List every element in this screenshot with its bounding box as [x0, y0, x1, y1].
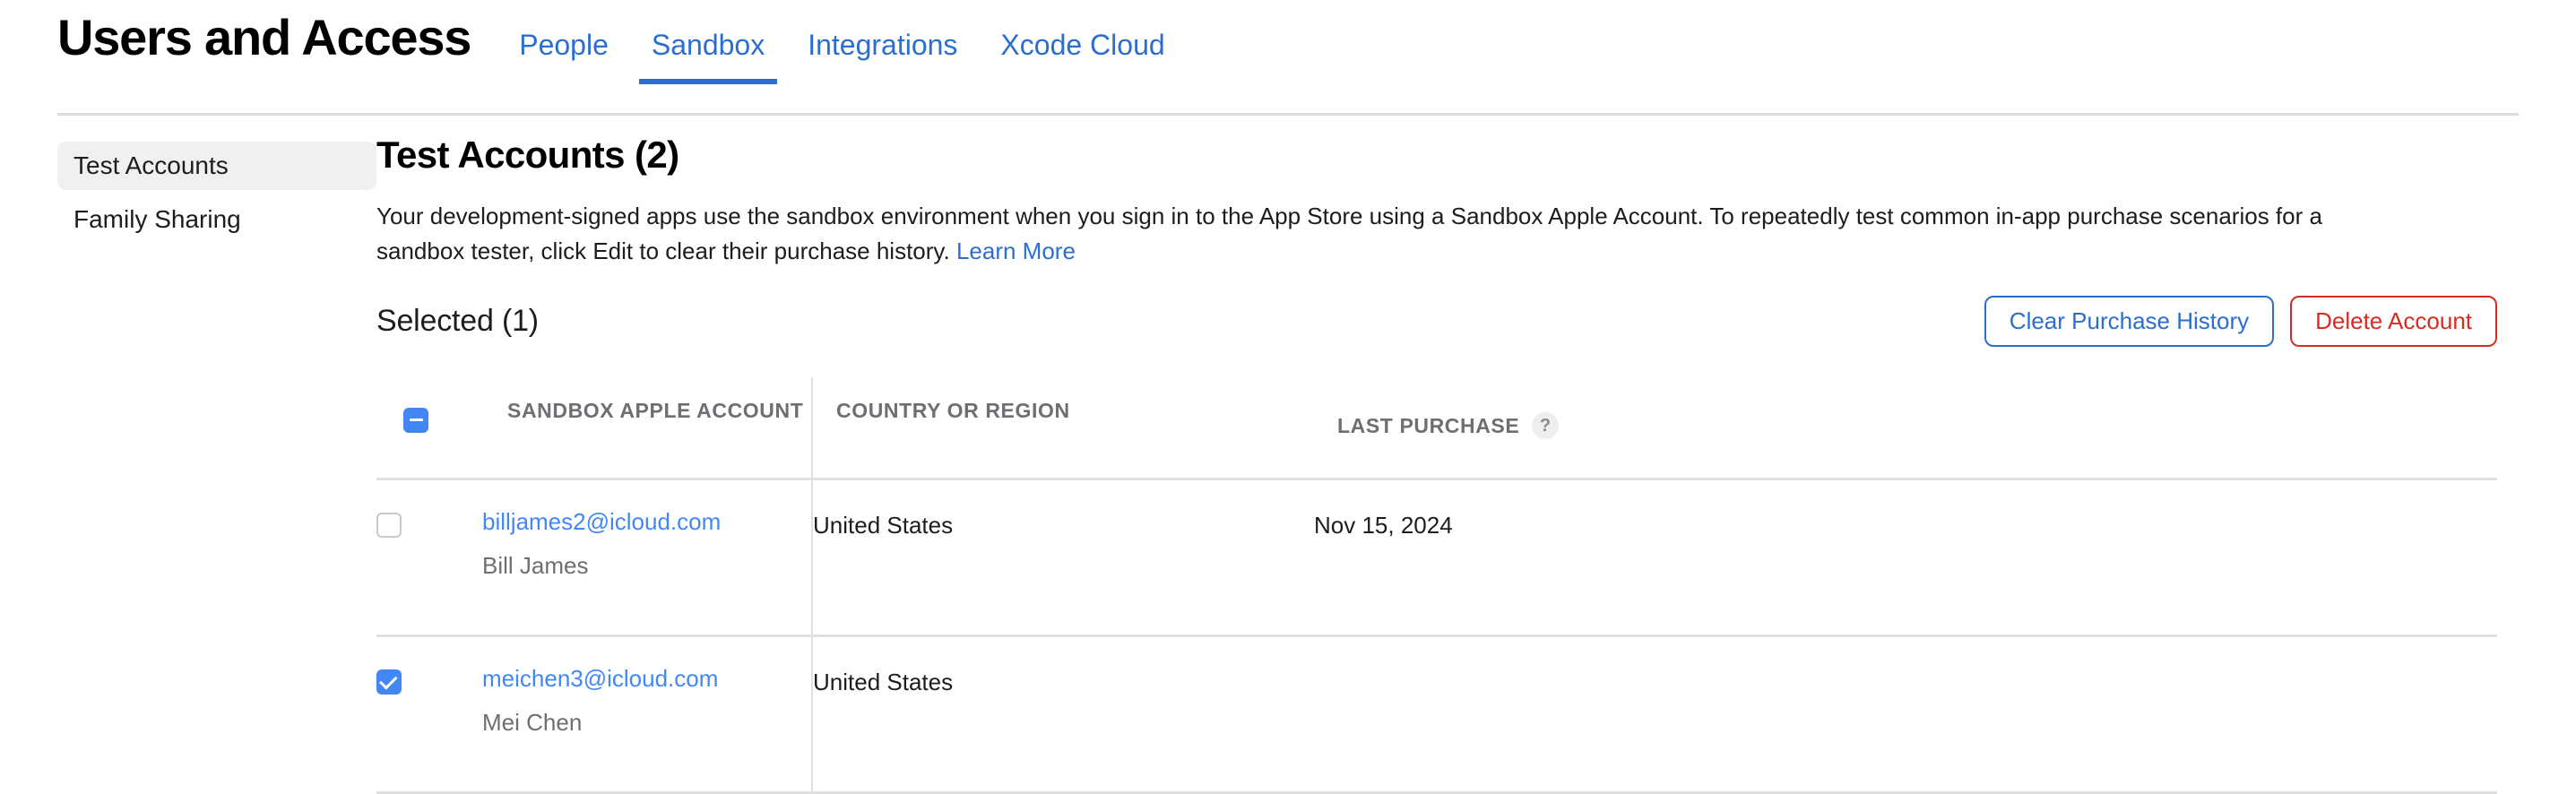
select-all-checkbox[interactable]: [403, 408, 428, 433]
primary-tabs: People Sandbox Integrations Xcode Cloud: [497, 30, 1186, 133]
delete-account-button[interactable]: Delete Account: [2290, 296, 2497, 347]
column-header-account-label: SANDBOX APPLE ACCOUNT: [482, 397, 811, 454]
indeterminate-dash-icon: [410, 419, 423, 421]
tab-sandbox[interactable]: Sandbox: [639, 30, 777, 59]
row-last-purchase-cell: [1314, 636, 2497, 793]
header-row: Users and Access People Sandbox Integrat…: [57, 0, 2519, 115]
selected-count-label: Selected (1): [376, 304, 539, 339]
table-header: SANDBOX APPLE ACCOUNT COUNTRY OR REGION …: [376, 377, 2497, 479]
tab-people[interactable]: People: [506, 30, 621, 59]
main-panel: Test Accounts (2) Your development-signe…: [376, 134, 2576, 794]
country-value: United States: [813, 507, 1314, 540]
page-title: Users and Access: [57, 13, 471, 63]
row-checkbox[interactable]: [376, 513, 402, 538]
column-header-account[interactable]: SANDBOX APPLE ACCOUNT: [482, 377, 812, 479]
sidebar-item-test-accounts[interactable]: Test Accounts: [57, 142, 376, 190]
section-title: Test Accounts (2): [376, 134, 2497, 176]
row-select-cell: [376, 479, 482, 636]
help-question-icon[interactable]: ?: [1532, 412, 1559, 439]
checkmark-icon: [379, 671, 398, 690]
column-header-last-purchase[interactable]: LAST PURCHASE ?: [1314, 377, 2497, 479]
account-email-link[interactable]: billjames2@icloud.com: [482, 507, 811, 537]
column-header-country-label: COUNTRY OR REGION: [813, 397, 1314, 454]
page-header: Users and Access People Sandbox Integrat…: [0, 0, 2576, 115]
account-name: Mei Chen: [482, 708, 811, 738]
table-header-row: SANDBOX APPLE ACCOUNT COUNTRY OR REGION …: [376, 377, 2497, 479]
select-all-header-cell: [376, 377, 482, 479]
learn-more-link[interactable]: Learn More: [956, 237, 1076, 264]
sidebar: Test Accounts Family Sharing: [0, 134, 376, 794]
country-value: United States: [813, 664, 1314, 697]
last-purchase-value: Nov 15, 2024: [1314, 507, 2497, 540]
test-accounts-table: SANDBOX APPLE ACCOUNT COUNTRY OR REGION …: [376, 377, 2497, 794]
sidebar-item-family-sharing[interactable]: Family Sharing: [57, 195, 376, 244]
section-description: Your development-signed apps use the san…: [376, 199, 2393, 269]
account-email-link[interactable]: meichen3@icloud.com: [482, 664, 811, 694]
row-checkbox[interactable]: [376, 669, 402, 695]
column-header-last-purchase-label: LAST PURCHASE: [1337, 412, 1519, 440]
header-divider: [57, 113, 2519, 116]
selection-toolbar: Selected (1) Clear Purchase History Dele…: [376, 296, 2497, 347]
tab-xcode-cloud[interactable]: Xcode Cloud: [988, 30, 1177, 59]
clear-purchase-history-button[interactable]: Clear Purchase History: [1984, 296, 2274, 347]
column-header-country[interactable]: COUNTRY OR REGION: [812, 377, 1314, 479]
last-purchase-value: [1314, 664, 2497, 668]
row-select-cell: [376, 636, 482, 793]
table-row[interactable]: billjames2@icloud.com Bill James United …: [376, 479, 2497, 636]
row-account-cell: billjames2@icloud.com Bill James: [482, 479, 812, 636]
table-body: billjames2@icloud.com Bill James United …: [376, 479, 2497, 793]
tab-integrations[interactable]: Integrations: [795, 30, 970, 59]
description-text: Your development-signed apps use the san…: [376, 203, 2322, 264]
table-row[interactable]: meichen3@icloud.com Mei Chen United Stat…: [376, 636, 2497, 793]
row-account-cell: meichen3@icloud.com Mei Chen: [482, 636, 812, 793]
toolbar-actions: Clear Purchase History Delete Account: [1984, 296, 2497, 347]
row-country-cell: United States: [812, 636, 1314, 793]
row-country-cell: United States: [812, 479, 1314, 636]
content-area: Test Accounts Family Sharing Test Accoun…: [0, 115, 2576, 794]
row-last-purchase-cell: Nov 15, 2024: [1314, 479, 2497, 636]
account-name: Bill James: [482, 551, 811, 581]
